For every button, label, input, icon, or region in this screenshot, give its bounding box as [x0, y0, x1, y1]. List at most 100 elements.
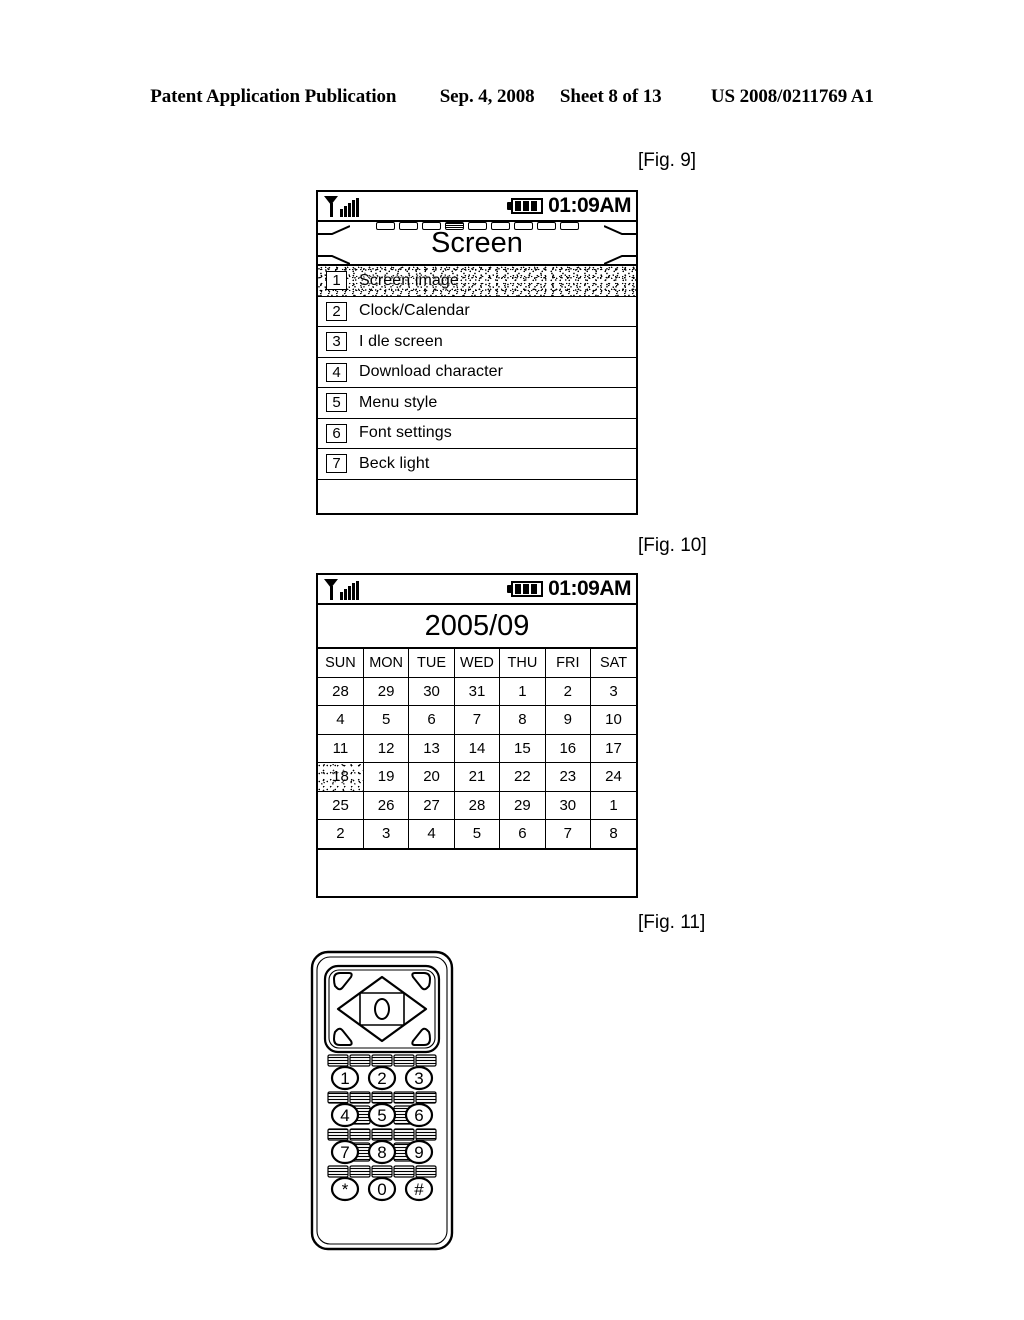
calendar-day-cell[interactable]: 2 — [544, 676, 592, 706]
calendar-day-cell[interactable]: 17 — [590, 733, 636, 763]
keypad-texture-block — [349, 1128, 371, 1141]
calendar-body[interactable]: 28 29 30 31 1 2 3 4 5 6 7 8 9 10 11 12 13 14 15 16 17 18 19 20 2… — [318, 676, 636, 849]
calendar-day-cell[interactable]: 28 — [453, 790, 501, 820]
calendar-day-cell[interactable]: 8 — [499, 705, 546, 735]
calendar-week-row: 11 12 13 14 15 16 17 — [318, 733, 636, 763]
calendar-day-cell[interactable]: 20 — [408, 762, 455, 792]
calendar-weekday-fri: FRI — [544, 649, 592, 678]
calendar-day-cell[interactable]: 5 — [453, 819, 501, 849]
keypad[interactable]: 1 2 3 4 5 6 7 8 9 * 0 # — [327, 1054, 437, 1202]
calendar-day-cell[interactable]: 4 — [408, 819, 455, 849]
calendar-day-cell[interactable]: 7 — [544, 819, 592, 849]
calendar-day-cell[interactable]: 4 — [318, 705, 364, 735]
calendar-day-cell[interactable]: 30 — [544, 790, 592, 820]
calendar-day-label: 11 — [332, 739, 349, 757]
calendar-day-label: 17 — [605, 739, 622, 757]
calendar-day-cell[interactable]: 31 — [453, 676, 501, 706]
fig9-tab-strip[interactable] — [318, 220, 636, 231]
calendar-day-cell[interactable]: 19 — [362, 762, 410, 792]
fig9-tab-9[interactable] — [559, 221, 579, 230]
calendar-day-cell[interactable]: 29 — [499, 790, 546, 820]
menu-item-label: Font settings — [359, 424, 452, 442]
calendar-day-cell[interactable]: 1 — [590, 790, 636, 820]
dpad-outer-diamond[interactable] — [336, 975, 428, 1043]
menu-item-3[interactable]: 3 I dle screen — [318, 327, 636, 358]
fig9-tab-7[interactable] — [513, 221, 533, 230]
calendar-day-cell[interactable]: 24 — [590, 762, 636, 792]
calendar-day-cell[interactable]: 16 — [544, 733, 592, 763]
menu-item-7[interactable]: 7 Beck light — [318, 449, 636, 480]
figure-10-phone-display: 01:09AM 2005/09 SUN MON TUE WED THU FRI SAT 28… — [316, 573, 638, 898]
soft-key-top-left[interactable] — [332, 972, 353, 991]
calendar-day-cell[interactable]: 15 — [499, 733, 546, 763]
calendar-day-label: 26 — [377, 796, 395, 814]
fig10-title-banner: 2005/09 — [318, 605, 636, 649]
menu-item-1[interactable]: 1 Screen image — [318, 266, 636, 297]
header-sheet: Sheet 8 of 13 — [559, 86, 662, 107]
menu-item-6[interactable]: 6 Font settings — [318, 419, 636, 449]
calendar-weekday-header: SUN MON TUE WED THU FRI SAT — [318, 649, 636, 678]
fig9-menu-list[interactable]: 1 Screen image 2 Clock/Calendar 3 I dle scree… — [318, 266, 636, 480]
fig9-tab-5[interactable] — [467, 221, 487, 230]
fig10-month-title: 2005/09 — [424, 609, 530, 642]
calendar-weekday-wed: WED — [453, 649, 501, 678]
menu-item-number: 7 — [326, 454, 347, 474]
calendar-day-label: 16 — [559, 739, 577, 757]
keypad-key-label: 7 — [340, 1143, 349, 1162]
menu-item-5[interactable]: 5 Menu style — [318, 388, 636, 419]
calendar-day-cell[interactable]: 28 — [318, 676, 364, 706]
calendar-day-cell[interactable]: 9 — [544, 705, 592, 735]
calendar-day-cell[interactable]: 3 — [590, 676, 636, 706]
calendar-day-cell[interactable]: 29 — [362, 676, 410, 706]
center-select-key[interactable] — [374, 998, 390, 1020]
calendar-day-cell[interactable]: 23 — [544, 762, 592, 792]
calendar-grid[interactable]: SUN MON TUE WED THU FRI SAT 28 29 30 31 1 2 3 4 5 6 7 8 9 1… — [318, 649, 636, 849]
antenna-signal-icon — [324, 579, 339, 600]
calendar-day-cell[interactable]: 10 — [590, 705, 636, 735]
soft-key-bottom-left[interactable] — [332, 1027, 353, 1046]
keypad-key-label: 4 — [340, 1106, 349, 1125]
calendar-day-cell[interactable]: 14 — [453, 733, 501, 763]
calendar-day-cell[interactable]: 5 — [362, 705, 410, 735]
fig9-tab-3[interactable] — [421, 221, 441, 230]
navigation-cluster[interactable] — [323, 964, 441, 1054]
calendar-day-cell[interactable]: 6 — [499, 819, 546, 849]
calendar-day-cell[interactable]: 8 — [590, 819, 636, 849]
calendar-day-cell[interactable]: 2 — [318, 819, 364, 849]
fig9-tab-8[interactable] — [536, 221, 556, 230]
calendar-day-label: 24 — [605, 768, 622, 786]
keypad-texture-block — [415, 1054, 437, 1067]
calendar-day-cell[interactable]: 1 — [499, 676, 546, 706]
fig9-tab-6[interactable] — [490, 221, 510, 230]
soft-key-bottom-right[interactable] — [411, 1027, 432, 1046]
figure-11-handset: 1 2 3 4 5 6 7 8 9 * 0 # — [308, 948, 456, 1253]
fig9-tab-1[interactable] — [375, 221, 395, 230]
calendar-day-cell[interactable]: 12 — [362, 733, 410, 763]
menu-item-4[interactable]: 4 Download character — [318, 358, 636, 388]
fig9-tab-4[interactable] — [444, 221, 464, 230]
calendar-day-cell[interactable]: 21 — [453, 762, 501, 792]
calendar-day-cell[interactable]: 25 — [318, 790, 364, 820]
calendar-day-label: 1 — [609, 796, 618, 814]
calendar-day-cell[interactable]: 3 — [362, 819, 410, 849]
calendar-day-cell[interactable]: 11 — [318, 733, 364, 763]
page-header: Patent Application Publication Sep. 4, 2… — [0, 86, 1024, 108]
calendar-day-label: 15 — [514, 739, 531, 757]
header-date: Sep. 4, 2008 — [439, 86, 535, 107]
soft-key-top-right[interactable] — [411, 972, 432, 991]
calendar-day-cell[interactable]: 22 — [499, 762, 546, 792]
menu-item-2[interactable]: 2 Clock/Calendar — [318, 297, 636, 327]
keypad-texture-block — [371, 1165, 393, 1178]
calendar-day-cell[interactable]: 13 — [408, 733, 455, 763]
fig9-tab-2[interactable] — [398, 221, 418, 230]
keypad-texture-block — [371, 1054, 393, 1067]
menu-item-number: 1 — [326, 271, 347, 291]
calendar-day-cell[interactable]: 30 — [408, 676, 455, 706]
calendar-day-cell[interactable]: 6 — [408, 705, 455, 735]
calendar-day-label: 3 — [609, 682, 618, 700]
calendar-day-cell[interactable]: 27 — [408, 790, 455, 820]
calendar-day-selected[interactable]: 18 — [318, 762, 364, 792]
calendar-day-cell[interactable]: 7 — [453, 705, 501, 735]
keypad-texture-block — [393, 1128, 415, 1141]
calendar-day-cell[interactable]: 26 — [362, 790, 410, 820]
